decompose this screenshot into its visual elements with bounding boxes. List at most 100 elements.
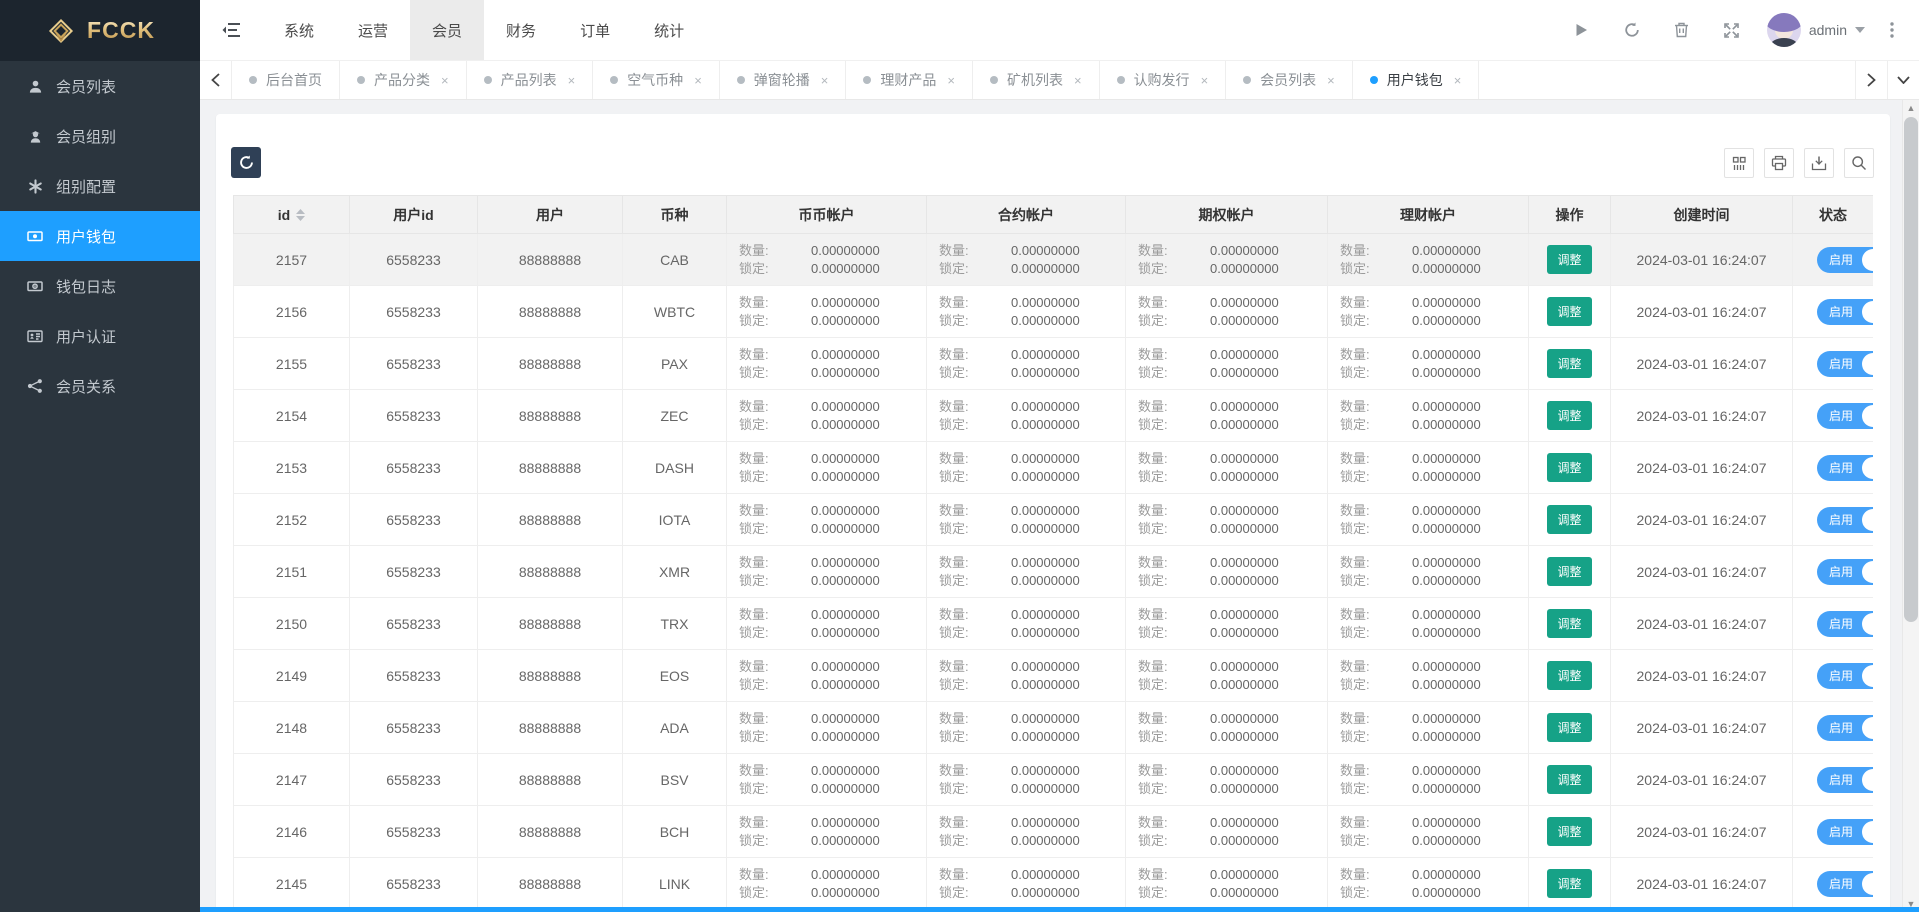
adjust-button[interactable]: 调整 [1547, 609, 1592, 638]
adjust-button[interactable]: 调整 [1547, 661, 1592, 690]
tab-dot-icon [357, 76, 365, 84]
user-icon [27, 78, 43, 94]
sidebar-menu-item[interactable]: 会员组别 [0, 111, 200, 161]
col-finance-account: 理财帐户 [1327, 195, 1529, 234]
trash-icon[interactable] [1657, 0, 1707, 61]
fullscreen-icon[interactable] [1707, 0, 1757, 61]
scrollbar-thumb[interactable] [1904, 117, 1918, 622]
status-toggle[interactable]: 启用 [1817, 454, 1873, 481]
tabs-scroll-left-icon[interactable] [200, 61, 232, 99]
top-nav-item[interactable]: 统计 [632, 0, 706, 60]
adjust-button[interactable]: 调整 [1547, 245, 1592, 274]
sidebar-menu-item[interactable]: 组别配置 [0, 161, 200, 211]
tab-item[interactable]: 用户钱包 × [1353, 61, 1480, 99]
cell-coin-account: 数量:0.00000000 锁定:0.00000000 [726, 493, 927, 546]
tab-close-icon[interactable]: × [1074, 73, 1082, 88]
tab-item[interactable]: 后台首页 × [232, 61, 340, 99]
table-header-row: id 用户id 用户 币种 币币帐户 合约帐户 期权帐户 理财帐户 操作 创建时… [233, 195, 1873, 234]
tab-close-icon[interactable]: × [947, 73, 955, 88]
caret-down-icon [1855, 27, 1865, 33]
sidebar-menu-item[interactable]: 会员列表 [0, 61, 200, 111]
adjust-button[interactable]: 调整 [1547, 869, 1592, 898]
print-icon[interactable] [1764, 148, 1794, 178]
status-toggle[interactable]: 启用 [1817, 766, 1873, 793]
status-toggle[interactable]: 启用 [1817, 402, 1873, 429]
tabs-menu-icon[interactable] [1887, 61, 1919, 99]
cell-uid: 6558233 [349, 233, 478, 286]
adjust-button[interactable]: 调整 [1547, 297, 1592, 326]
tab-close-icon[interactable]: × [1201, 73, 1209, 88]
status-toggle[interactable]: 启用 [1817, 350, 1873, 377]
status-toggle[interactable]: 启用 [1817, 818, 1873, 845]
tab-item[interactable]: 认购发行 × [1100, 61, 1227, 99]
cell-status: 启用 [1792, 805, 1873, 858]
search-icon[interactable] [1844, 148, 1874, 178]
sidebar-menu-item[interactable]: 用户认证 [0, 311, 200, 361]
tab-item[interactable]: 矿机列表 × [973, 61, 1100, 99]
status-toggle[interactable]: 启用 [1817, 870, 1873, 897]
tab-item[interactable]: 产品列表 × [467, 61, 594, 99]
top-nav-item[interactable]: 订单 [558, 0, 632, 60]
tab-close-icon[interactable]: × [821, 73, 829, 88]
tab-label: 理财产品 [880, 72, 937, 88]
status-toggle[interactable]: 启用 [1817, 714, 1873, 741]
horizontal-scrollbar[interactable] [200, 907, 1919, 912]
scroll-up-icon[interactable]: ▲ [1903, 100, 1919, 116]
adjust-button[interactable]: 调整 [1547, 765, 1592, 794]
tab-close-icon[interactable]: × [694, 73, 702, 88]
columns-filter-icon[interactable] [1724, 148, 1754, 178]
top-nav-item[interactable]: 财务 [484, 0, 558, 60]
play-icon[interactable] [1557, 0, 1607, 61]
cell-created: 2024-03-01 16:24:07 [1610, 701, 1793, 754]
toggle-knob-icon [1862, 560, 1873, 583]
adjust-button[interactable]: 调整 [1547, 557, 1592, 586]
cell-created: 2024-03-01 16:24:07 [1610, 441, 1793, 494]
tab-item[interactable]: 空气币种 × [593, 61, 720, 99]
menu-fold-icon[interactable] [200, 0, 262, 60]
top-nav-item[interactable]: 系统 [262, 0, 336, 60]
tab-item[interactable]: 产品分类 × [340, 61, 467, 99]
export-icon[interactable] [1804, 148, 1834, 178]
col-id[interactable]: id [233, 195, 350, 234]
adjust-button[interactable]: 调整 [1547, 349, 1592, 378]
adjust-button[interactable]: 调整 [1547, 505, 1592, 534]
adjust-button[interactable]: 调整 [1547, 401, 1592, 430]
cell-contract-account: 数量:0.00000000 锁定:0.00000000 [926, 649, 1126, 702]
topbar-actions: admin [1557, 0, 1919, 60]
sort-icon[interactable] [296, 208, 306, 221]
sidebar-menu-item[interactable]: 用户钱包 [0, 211, 200, 261]
col-contract-account: 合约帐户 [926, 195, 1126, 234]
more-vert-icon[interactable] [1875, 0, 1909, 61]
tab-close-icon[interactable]: × [1327, 73, 1335, 88]
top-nav-item[interactable]: 运营 [336, 0, 410, 60]
tab-item[interactable]: 弹窗轮播 × [720, 61, 847, 99]
tab-close-icon[interactable]: × [568, 73, 576, 88]
vertical-scrollbar[interactable]: ▲ ▼ [1902, 100, 1919, 912]
tab-close-icon[interactable]: × [441, 73, 449, 88]
user-menu[interactable]: admin [1757, 13, 1875, 47]
cell-uid: 6558233 [349, 441, 478, 494]
table-refresh-button[interactable] [231, 147, 261, 178]
cell-action: 调整 [1528, 857, 1611, 910]
status-toggle[interactable]: 启用 [1817, 506, 1873, 533]
status-toggle[interactable]: 启用 [1817, 298, 1873, 325]
sidebar-menu-item[interactable]: 会员关系 [0, 361, 200, 411]
status-toggle[interactable]: 启用 [1817, 610, 1873, 637]
adjust-button[interactable]: 调整 [1547, 817, 1592, 846]
top-nav-item[interactable]: 会员 [410, 0, 485, 60]
refresh-icon[interactable] [1607, 0, 1657, 61]
status-toggle[interactable]: 启用 [1817, 246, 1873, 273]
status-toggle[interactable]: 启用 [1817, 662, 1873, 689]
adjust-button[interactable]: 调整 [1547, 453, 1592, 482]
cell-coin-account: 数量:0.00000000 锁定:0.00000000 [726, 753, 927, 806]
sidebar-menu-item[interactable]: 钱包日志 [0, 261, 200, 311]
tab-close-icon[interactable]: × [1454, 73, 1462, 88]
tab-label: 空气币种 [627, 72, 684, 88]
tab-item[interactable]: 理财产品 × [846, 61, 973, 99]
tab-item[interactable]: 会员列表 × [1226, 61, 1353, 99]
cell-created: 2024-03-01 16:24:07 [1610, 285, 1793, 338]
status-toggle[interactable]: 启用 [1817, 558, 1873, 585]
cell-id: 2157 [233, 233, 350, 286]
adjust-button[interactable]: 调整 [1547, 713, 1592, 742]
tabs-scroll-right-icon[interactable] [1855, 61, 1887, 99]
